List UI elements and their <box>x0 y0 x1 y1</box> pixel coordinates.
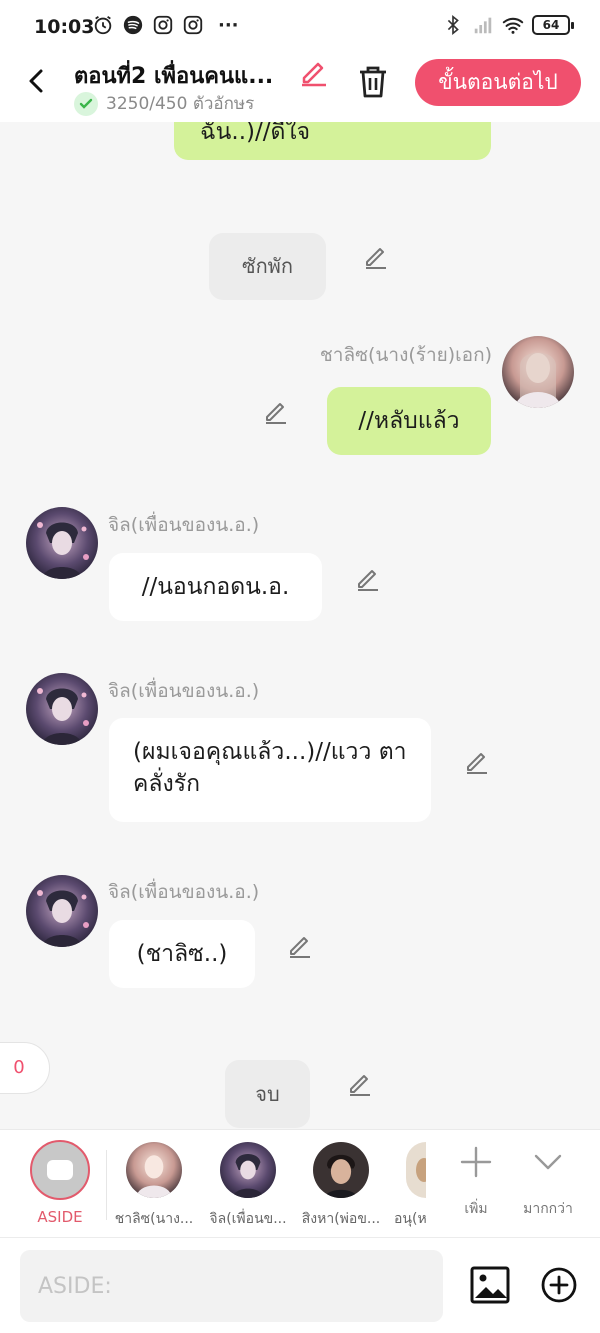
message-input-bar <box>0 1237 600 1333</box>
message-bubble[interactable]: (ชาลิซ..) <box>109 920 255 988</box>
scene-text: จบ <box>255 1082 280 1106</box>
edit-pencil-icon[interactable] <box>362 242 390 270</box>
divider <box>106 1150 107 1220</box>
message-text: //หลับแล้ว <box>358 408 460 434</box>
plus-icon[interactable] <box>456 1142 496 1182</box>
aside-icon <box>47 1160 73 1180</box>
add-circle-icon[interactable] <box>540 1266 578 1304</box>
edit-pencil-icon[interactable] <box>286 931 314 959</box>
instagram-icon <box>153 15 173 35</box>
image-icon[interactable] <box>470 1266 510 1304</box>
add-character-label: เพิ่ม <box>464 1201 488 1217</box>
more-label: มากกว่า <box>523 1201 573 1217</box>
status-notification-icons: ··· <box>92 14 239 36</box>
scene-bubble[interactable]: ซักพัก <box>209 233 326 300</box>
speaker-name: จิล(เพื่อนของน.อ.) <box>108 680 260 702</box>
edit-pencil-icon[interactable] <box>463 747 491 775</box>
speaker-name: ชาลิซ(นาง(ร้าย)เอก) <box>319 344 492 366</box>
character-avatar-jil[interactable] <box>220 1142 276 1198</box>
message-text: //นอนกอดน.อ. <box>141 574 290 600</box>
status-system-icons: 64 <box>442 14 574 36</box>
check-icon <box>74 91 98 116</box>
edit-pencil-icon[interactable] <box>262 397 290 425</box>
message-bubble[interactable]: (ผมเจอคุณแล้ว...)//แวว ตาคลั่งรัก <box>109 718 431 822</box>
edit-pencil-icon[interactable] <box>346 1069 374 1097</box>
scene-text: ซักพัก <box>242 254 293 278</box>
character-count-row: 3250/450 ตัวอักษร <box>74 90 254 117</box>
chat-area[interactable]: ฉัน..)//ดีใจ ซักพัก ชาลิซ(นาง(ร้าย)เอก) … <box>0 122 600 1129</box>
character-label: ASIDE <box>37 1208 83 1226</box>
spotify-icon <box>123 15 143 35</box>
chevron-down-icon[interactable] <box>528 1142 568 1182</box>
more-notifications-icon: ··· <box>218 14 239 36</box>
message-bubble[interactable]: ฉัน..)//ดีใจ <box>174 122 491 160</box>
battery-icon: 64 <box>532 15 574 35</box>
message-input[interactable] <box>20 1250 443 1322</box>
wifi-icon <box>502 17 524 34</box>
aside-character-button[interactable] <box>30 1140 90 1200</box>
character-avatar-chalis[interactable] <box>126 1142 182 1198</box>
back-arrow-icon[interactable] <box>22 66 52 96</box>
character-avatar-jil[interactable] <box>26 875 98 947</box>
instagram-icon <box>183 15 203 35</box>
speaker-name: จิล(เพื่อนของน.อ.) <box>108 514 260 536</box>
signal-icon <box>474 17 492 34</box>
character-label: ชาลิซ(นาง... <box>114 1211 194 1227</box>
character-selector-bar: ASIDE ชาลิซ(นาง... จิล(เพื่อนข... สิงหา(… <box>0 1129 600 1237</box>
character-label: อนุ(ห <box>394 1211 426 1227</box>
episode-title[interactable]: ตอนที่2 เพื่อนคนแ... <box>74 58 294 93</box>
status-time: 10:03 <box>34 16 95 38</box>
message-text: ฉัน..)//ดีใจ <box>200 122 311 145</box>
next-step-button[interactable]: ขั้นตอนต่อไป <box>415 59 581 106</box>
message-bubble[interactable]: //หลับแล้ว <box>327 387 491 455</box>
scene-bubble[interactable]: จบ <box>225 1060 310 1128</box>
status-bar: 10:03 ··· 64 <box>0 0 600 58</box>
speaker-name: จิล(เพื่อนของน.อ.) <box>108 881 260 903</box>
character-avatar-singha[interactable] <box>313 1142 369 1198</box>
trash-icon[interactable] <box>356 63 390 99</box>
message-text: (ผมเจอคุณแล้ว...)//แวว ตาคลั่งรัก <box>133 739 407 797</box>
character-avatar-anu[interactable] <box>406 1142 426 1198</box>
edit-pencil-icon[interactable] <box>354 564 382 592</box>
character-avatar-jil[interactable] <box>26 507 98 579</box>
edit-title-icon[interactable] <box>298 56 330 88</box>
character-label: จิล(เพื่อนข... <box>209 1211 287 1227</box>
message-bubble[interactable]: //นอนกอดน.อ. <box>109 553 322 621</box>
app-header: ตอนที่2 เพื่อนคนแ... 3250/450 ตัวอักษร ข… <box>0 58 600 122</box>
comment-counter-tab[interactable]: 0 <box>0 1042 50 1094</box>
character-count: 3250/450 ตัวอักษร <box>106 94 255 114</box>
message-text: (ชาลิซ..) <box>136 941 228 967</box>
bluetooth-icon <box>447 15 459 35</box>
alarm-icon <box>94 15 112 35</box>
character-avatar-chalis[interactable] <box>502 336 574 408</box>
character-avatar-jil[interactable] <box>26 673 98 745</box>
character-label: สิงหา(พ่อข... <box>301 1211 381 1227</box>
